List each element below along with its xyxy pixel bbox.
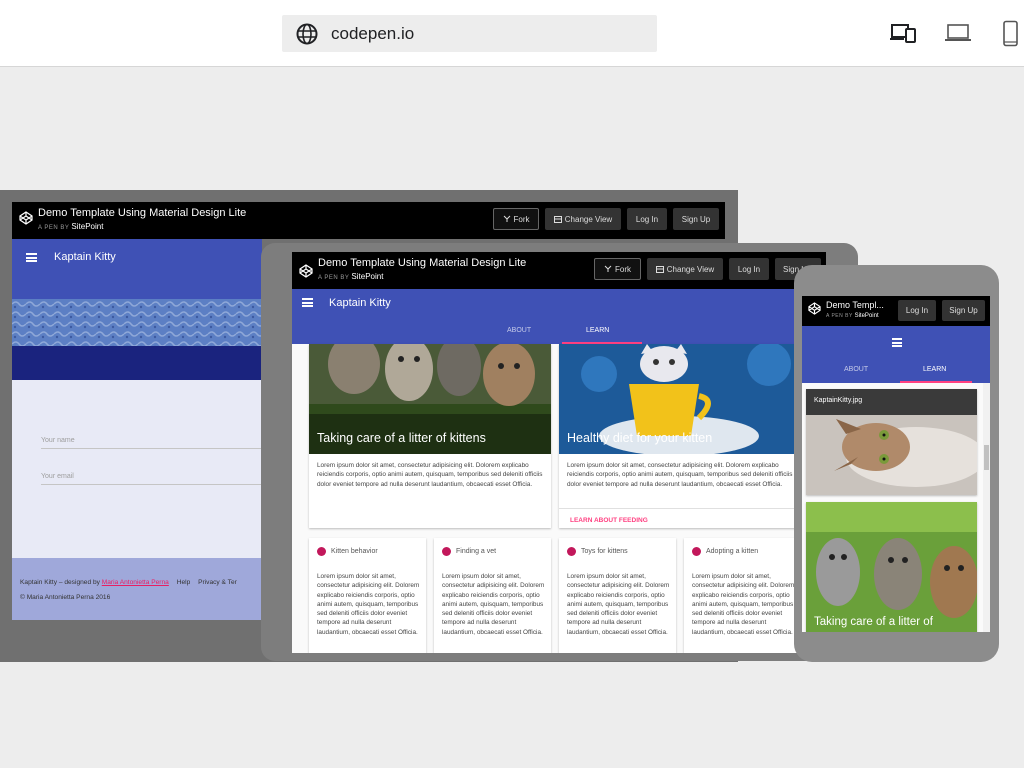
pen-title[interactable]: Demo Templ... [826,300,884,310]
card-divider [559,508,801,509]
tab-about[interactable]: ABOUT [507,327,531,334]
topic-card: Finding a vet Lorem ipsum dolor sit amet… [434,538,551,653]
signup-button[interactable]: Sign Up [942,300,985,321]
tablet-screen: Demo Template Using Material Design Lite… [292,252,826,653]
help-link[interactable]: Help [177,579,191,586]
pen-byline: A PEN BY SitePoint [826,313,879,319]
topic-title[interactable]: Kitten behavior [331,548,378,555]
codepen-logo-icon [808,302,821,315]
tab-indicator [900,381,972,383]
topic-card: Adopting a kitten Lorem ipsum dolor sit … [684,538,801,653]
codepen-header: Demo Templ... A PEN BY SitePoint Log In … [802,296,990,326]
login-button[interactable]: Log In [898,300,936,321]
learn-feeding-button[interactable]: LEARN ABOUT FEEDING [570,517,648,524]
designer-link[interactable]: Maria Antonietta Perna [102,579,169,586]
pen-title[interactable]: Demo Template Using Material Design Lite [38,207,246,219]
responsive-devices-icon[interactable] [889,22,917,44]
email-field[interactable]: Your email [41,473,74,480]
codepen-header: Demo Template Using Material Design Lite… [12,202,725,239]
hero-texture-image [12,299,262,346]
phone-screen: Demo Templ... A PEN BY SitePoint Log In … [802,296,990,632]
phone-app-bar: ABOUT LEARN [802,326,990,383]
phone-scrollbar-thumb[interactable] [984,445,989,470]
tablet-app-bar: Kaptain Kitty ABOUT LEARN [292,289,826,344]
tab-about[interactable]: ABOUT [844,366,868,373]
kittens-photo [806,502,977,632]
pen-author[interactable]: SitePoint [351,272,383,281]
pen-author[interactable]: SitePoint [855,313,879,319]
tablet-preview-frame: Demo Template Using Material Design Lite… [261,243,858,661]
footer-links: Kaptain Kitty – designed by Maria Antoni… [20,579,237,586]
pen-title[interactable]: Demo Template Using Material Design Lite [318,257,526,269]
topic-title[interactable]: Adopting a kitten [706,548,758,555]
layout-icon [655,265,664,273]
phone-preview-frame: Demo Templ... A PEN BY SitePoint Log In … [794,265,999,662]
topic-text: Lorem ipsum dolor sit amet, consectetur … [567,573,670,636]
browser-toolbar: codepen.io [0,0,1024,67]
app-title: Kaptain Kitty [54,251,116,263]
codepen-header: Demo Template Using Material Design Lite… [292,252,826,289]
card-kittens-title: Taking care of a litter of kittens [317,431,486,445]
phone-kittens-card: Taking care of a litter of [806,502,977,632]
change-view-button[interactable]: Change View [647,258,723,280]
url-text[interactable]: codepen.io [331,24,414,44]
fork-icon [503,215,510,222]
topic-title[interactable]: Finding a vet [456,548,496,555]
card-diet-text: Lorem ipsum dolor sit amet, consectetur … [567,462,793,488]
topic-card: Kitten behavior Lorem ipsum dolor sit am… [309,538,426,653]
cat-lying-photo [806,389,977,495]
pen-byline: A PEN BY SitePoint [38,222,104,231]
desktop-app: Kaptain Kitty Your name Your email Kapta… [12,239,262,620]
layout-icon [553,215,562,223]
topic-text: Lorem ipsum dolor sit amet, consectetur … [692,573,795,636]
phone-image-card: KaptainKitty.jpg [806,389,977,495]
app-title: Kaptain Kitty [329,297,391,309]
tab-learn[interactable]: LEARN [586,327,609,334]
signup-button[interactable]: Sign Up [673,208,719,230]
menu-icon[interactable] [302,298,313,307]
fork-button[interactable]: Fork [594,258,641,280]
phone-icon[interactable] [1002,20,1019,47]
topic-dot-icon [692,547,701,556]
desktop-app-bar: Kaptain Kitty [12,239,262,299]
codepen-logo-icon [299,264,313,278]
pen-author[interactable]: SitePoint [71,222,103,231]
image-caption: KaptainKitty.jpg [814,397,863,404]
name-field-underline [41,448,262,449]
topic-dot-icon [567,547,576,556]
codepen-logo-icon [19,211,33,225]
phone-card-title: Taking care of a litter of [814,616,933,628]
desktop-footer: Kaptain Kitty – designed by Maria Antoni… [12,558,262,620]
login-button[interactable]: Log In [729,258,769,280]
phone-scrollbar-track[interactable] [983,383,990,632]
card-kittens: Taking care of a litter of kittens Lorem… [309,344,551,528]
topic-title[interactable]: Toys for kittens [581,548,628,555]
card-kittens-text: Lorem ipsum dolor sit amet, consectetur … [317,462,543,488]
tab-learn[interactable]: LEARN [923,366,946,373]
pen-byline: A PEN BY SitePoint [318,272,384,281]
topic-text: Lorem ipsum dolor sit amet, consectetur … [442,573,545,636]
globe-icon [296,23,318,45]
fork-button[interactable]: Fork [493,208,539,230]
card-diet: Healthy diet for your kitten Lorem ipsum… [559,344,801,528]
topic-dot-icon [317,547,326,556]
menu-icon[interactable] [26,253,37,262]
topic-dot-icon [442,547,451,556]
email-field-underline [41,484,262,485]
card-diet-title: Healthy diet for your kitten [567,431,713,445]
topic-text: Lorem ipsum dolor sit amet, consectetur … [317,573,420,636]
change-view-button[interactable]: Change View [545,208,621,230]
laptop-icon[interactable] [944,23,972,43]
fork-icon [604,265,612,272]
login-button[interactable]: Log In [627,208,667,230]
menu-icon[interactable] [892,338,902,347]
footer-copyright: © Maria Antonietta Perna 2016 [20,594,111,601]
hero-dark-band [12,346,262,380]
name-field[interactable]: Your name [41,437,75,444]
privacy-link[interactable]: Privacy & Ter [198,579,237,586]
topic-card: Toys for kittens Lorem ipsum dolor sit a… [559,538,676,653]
